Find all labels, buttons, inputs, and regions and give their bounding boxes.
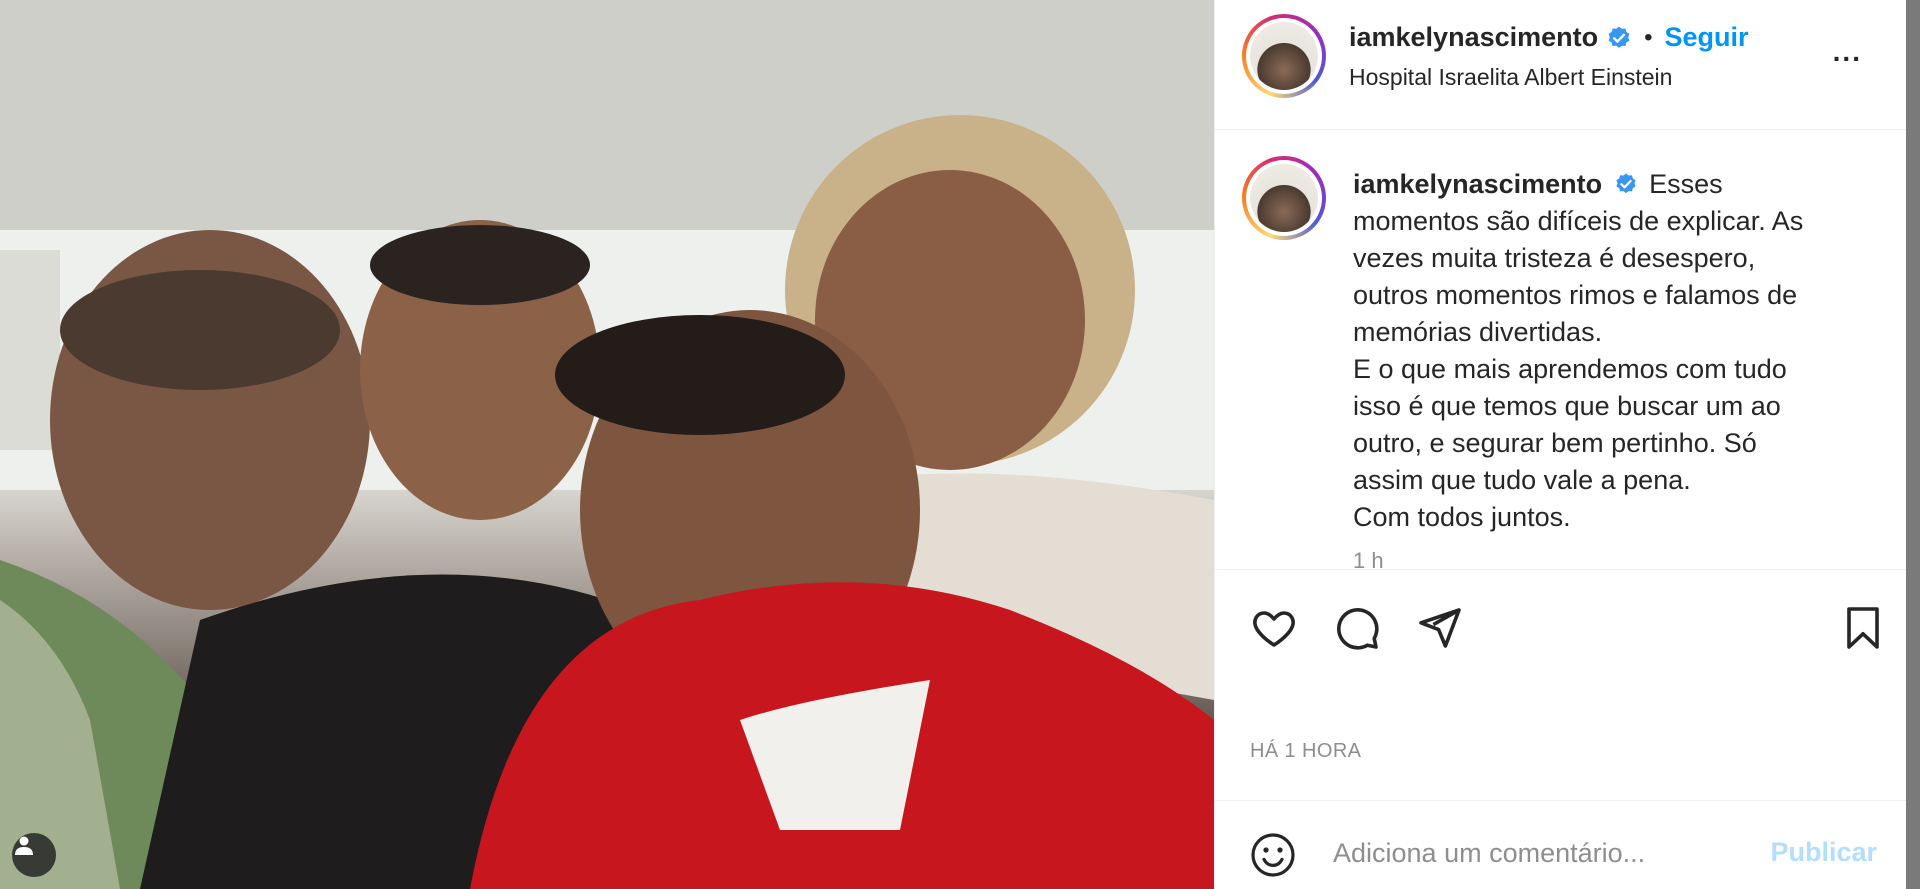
caption-line: assim que tudo vale a pena.	[1353, 465, 1691, 495]
separator-dot: •	[1644, 23, 1653, 51]
user-tag-button[interactable]	[12, 833, 56, 877]
bookmark-icon[interactable]	[1839, 604, 1887, 652]
caption-line: memórias divertidas.	[1353, 317, 1603, 347]
caption-line: E o que mais aprendemos com tudo	[1353, 354, 1787, 384]
heart-icon[interactable]	[1250, 604, 1298, 652]
caption-line: outro, e segurar bem pertinho. Só	[1353, 428, 1757, 458]
verified-badge-icon	[1608, 26, 1630, 48]
action-bar	[1215, 588, 1907, 668]
publish-button[interactable]: Publicar	[1770, 837, 1877, 868]
scrollbar-track[interactable]	[1906, 0, 1920, 889]
smiley-icon[interactable]	[1249, 831, 1297, 879]
avatar-image	[1250, 164, 1318, 232]
caption-line: outros momentos rimos e falamos de	[1353, 280, 1798, 310]
caption-text: iamkelynascimento Esses momentos são dif…	[1353, 166, 1873, 570]
caption-line: vezes muita tristeza é desespero,	[1353, 243, 1756, 273]
posted-time[interactable]: HÁ 1 HORA	[1250, 740, 1361, 763]
caption-area: iamkelynascimento Esses momentos são dif…	[1215, 130, 1906, 570]
photo-illustration	[0, 0, 1214, 889]
verified-badge-icon	[1616, 173, 1636, 194]
caption-line: Com todos juntos.	[1353, 502, 1571, 532]
post-header: iamkelynascimento • Seguir Hospital Isra…	[1215, 0, 1906, 130]
follow-button[interactable]: Seguir	[1665, 22, 1749, 53]
user-tag-icon	[15, 836, 33, 855]
header-avatar[interactable]	[1242, 14, 1326, 98]
avatar-image	[1250, 22, 1318, 90]
comment-bar: Publicar	[1215, 800, 1907, 889]
paper-plane-icon[interactable]	[1415, 604, 1463, 652]
comment-icon[interactable]	[1333, 604, 1381, 652]
header-username[interactable]: iamkelynascimento	[1349, 22, 1598, 53]
caption-username[interactable]: iamkelynascimento	[1353, 169, 1602, 199]
header-user-row: iamkelynascimento • Seguir	[1349, 22, 1749, 53]
post-location[interactable]: Hospital Israelita Albert Einstein	[1349, 64, 1672, 91]
caption-line: isso é que temos que buscar um ao	[1353, 391, 1781, 421]
caption-line: momentos são difíceis de explicar. As	[1353, 206, 1804, 236]
caption-time: 1 h	[1353, 548, 1384, 570]
comment-input[interactable]	[1333, 825, 1753, 881]
more-options-button[interactable]: ...	[1833, 36, 1862, 68]
caption-line: Esses	[1649, 169, 1723, 199]
caption-avatar[interactable]	[1242, 156, 1326, 240]
post-sidebar: iamkelynascimento • Seguir Hospital Isra…	[1214, 0, 1907, 889]
post-photo[interactable]	[0, 0, 1214, 889]
